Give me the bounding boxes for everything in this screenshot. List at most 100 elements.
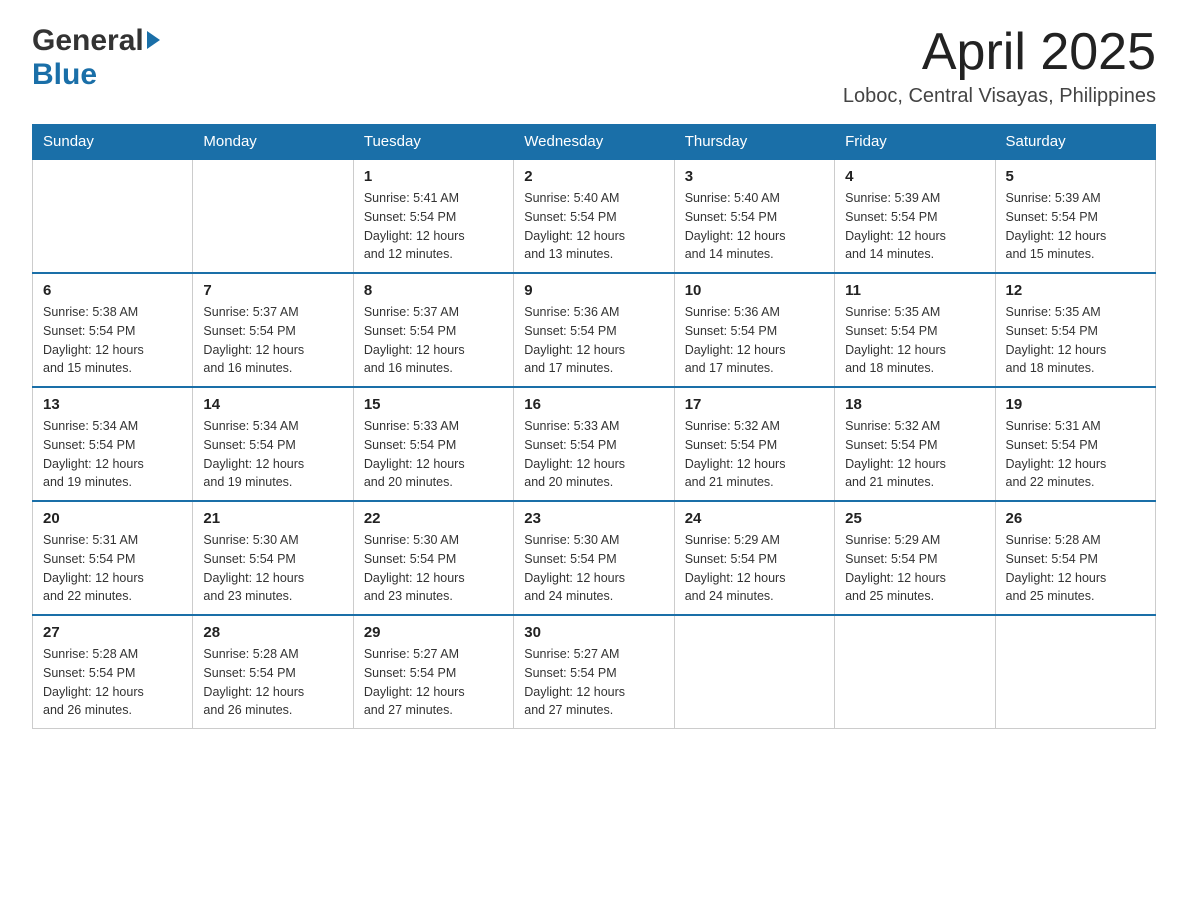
day-info: Sunrise: 5:37 AM Sunset: 5:54 PM Dayligh… bbox=[203, 303, 342, 378]
calendar-day-12: 12 Sunrise: 5:35 AM Sunset: 5:54 PM Dayli… bbox=[995, 273, 1155, 387]
logo-triangle-icon bbox=[147, 31, 160, 49]
calendar-day-3: 3 Sunrise: 5:40 AM Sunset: 5:54 PM Daylig… bbox=[674, 159, 834, 273]
day-info: Sunrise: 5:36 AM Sunset: 5:54 PM Dayligh… bbox=[524, 303, 663, 378]
calendar-day-14: 14 Sunrise: 5:34 AM Sunset: 5:54 PM Dayli… bbox=[193, 387, 353, 501]
day-number: 6 bbox=[43, 282, 182, 299]
calendar-day-5: 5 Sunrise: 5:39 AM Sunset: 5:54 PM Daylig… bbox=[995, 159, 1155, 273]
calendar-header-tuesday: Tuesday bbox=[353, 125, 513, 160]
calendar-day-17: 17 Sunrise: 5:32 AM Sunset: 5:54 PM Dayli… bbox=[674, 387, 834, 501]
day-number: 1 bbox=[364, 168, 503, 185]
calendar-day-18: 18 Sunrise: 5:32 AM Sunset: 5:54 PM Dayli… bbox=[835, 387, 995, 501]
calendar-day-24: 24 Sunrise: 5:29 AM Sunset: 5:54 PM Dayli… bbox=[674, 501, 834, 615]
calendar-day-27: 27 Sunrise: 5:28 AM Sunset: 5:54 PM Dayli… bbox=[33, 615, 193, 729]
calendar-day-9: 9 Sunrise: 5:36 AM Sunset: 5:54 PM Daylig… bbox=[514, 273, 674, 387]
calendar-header-wednesday: Wednesday bbox=[514, 125, 674, 160]
day-info: Sunrise: 5:28 AM Sunset: 5:54 PM Dayligh… bbox=[43, 645, 182, 720]
day-info: Sunrise: 5:41 AM Sunset: 5:54 PM Dayligh… bbox=[364, 189, 503, 264]
calendar-day-29: 29 Sunrise: 5:27 AM Sunset: 5:54 PM Dayli… bbox=[353, 615, 513, 729]
day-info: Sunrise: 5:30 AM Sunset: 5:54 PM Dayligh… bbox=[364, 531, 503, 606]
day-number: 12 bbox=[1006, 282, 1145, 299]
day-info: Sunrise: 5:37 AM Sunset: 5:54 PM Dayligh… bbox=[364, 303, 503, 378]
calendar-header-row: SundayMondayTuesdayWednesdayThursdayFrid… bbox=[33, 125, 1156, 160]
day-number: 19 bbox=[1006, 396, 1145, 413]
day-info: Sunrise: 5:29 AM Sunset: 5:54 PM Dayligh… bbox=[685, 531, 824, 606]
day-number: 20 bbox=[43, 510, 182, 527]
calendar-day-empty bbox=[995, 615, 1155, 729]
day-number: 10 bbox=[685, 282, 824, 299]
calendar-day-26: 26 Sunrise: 5:28 AM Sunset: 5:54 PM Dayli… bbox=[995, 501, 1155, 615]
day-info: Sunrise: 5:40 AM Sunset: 5:54 PM Dayligh… bbox=[524, 189, 663, 264]
logo-blue-text: Blue bbox=[32, 58, 97, 91]
calendar-day-28: 28 Sunrise: 5:28 AM Sunset: 5:54 PM Dayli… bbox=[193, 615, 353, 729]
day-info: Sunrise: 5:30 AM Sunset: 5:54 PM Dayligh… bbox=[524, 531, 663, 606]
day-number: 23 bbox=[524, 510, 663, 527]
calendar-header-thursday: Thursday bbox=[674, 125, 834, 160]
day-info: Sunrise: 5:32 AM Sunset: 5:54 PM Dayligh… bbox=[685, 417, 824, 492]
day-number: 3 bbox=[685, 168, 824, 185]
title-block: April 2025 Loboc, Central Visayas, Phili… bbox=[843, 24, 1156, 108]
calendar-day-1: 1 Sunrise: 5:41 AM Sunset: 5:54 PM Daylig… bbox=[353, 159, 513, 273]
calendar-day-16: 16 Sunrise: 5:33 AM Sunset: 5:54 PM Dayli… bbox=[514, 387, 674, 501]
day-number: 16 bbox=[524, 396, 663, 413]
day-info: Sunrise: 5:33 AM Sunset: 5:54 PM Dayligh… bbox=[524, 417, 663, 492]
calendar-day-13: 13 Sunrise: 5:34 AM Sunset: 5:54 PM Dayli… bbox=[33, 387, 193, 501]
day-number: 28 bbox=[203, 624, 342, 641]
day-number: 18 bbox=[845, 396, 984, 413]
day-info: Sunrise: 5:33 AM Sunset: 5:54 PM Dayligh… bbox=[364, 417, 503, 492]
calendar-header-sunday: Sunday bbox=[33, 125, 193, 160]
day-info: Sunrise: 5:35 AM Sunset: 5:54 PM Dayligh… bbox=[845, 303, 984, 378]
day-number: 22 bbox=[364, 510, 503, 527]
day-info: Sunrise: 5:28 AM Sunset: 5:54 PM Dayligh… bbox=[1006, 531, 1145, 606]
calendar-day-6: 6Sunrise: 5:38 AM Sunset: 5:54 PM Daylig… bbox=[33, 273, 193, 387]
day-number: 25 bbox=[845, 510, 984, 527]
day-info: Sunrise: 5:39 AM Sunset: 5:54 PM Dayligh… bbox=[845, 189, 984, 264]
day-number: 15 bbox=[364, 396, 503, 413]
calendar-week-row: 20Sunrise: 5:31 AM Sunset: 5:54 PM Dayli… bbox=[33, 501, 1156, 615]
day-number: 11 bbox=[845, 282, 984, 299]
month-title: April 2025 bbox=[843, 24, 1156, 81]
logo-general-text: General bbox=[32, 24, 144, 58]
day-number: 9 bbox=[524, 282, 663, 299]
calendar-day-21: 21Sunrise: 5:30 AM Sunset: 5:54 PM Dayli… bbox=[193, 501, 353, 615]
day-number: 8 bbox=[364, 282, 503, 299]
day-number: 13 bbox=[43, 396, 182, 413]
calendar-day-empty bbox=[33, 159, 193, 273]
day-number: 7 bbox=[203, 282, 342, 299]
day-number: 17 bbox=[685, 396, 824, 413]
day-info: Sunrise: 5:27 AM Sunset: 5:54 PM Dayligh… bbox=[364, 645, 503, 720]
day-info: Sunrise: 5:36 AM Sunset: 5:54 PM Dayligh… bbox=[685, 303, 824, 378]
calendar-day-empty bbox=[674, 615, 834, 729]
day-number: 5 bbox=[1006, 168, 1145, 185]
calendar-day-15: 15 Sunrise: 5:33 AM Sunset: 5:54 PM Dayli… bbox=[353, 387, 513, 501]
day-info: Sunrise: 5:35 AM Sunset: 5:54 PM Dayligh… bbox=[1006, 303, 1145, 378]
calendar-day-empty bbox=[193, 159, 353, 273]
day-info: Sunrise: 5:28 AM Sunset: 5:54 PM Dayligh… bbox=[203, 645, 342, 720]
day-info: Sunrise: 5:34 AM Sunset: 5:54 PM Dayligh… bbox=[203, 417, 342, 492]
day-info: Sunrise: 5:31 AM Sunset: 5:54 PM Dayligh… bbox=[1006, 417, 1145, 492]
calendar-day-20: 20Sunrise: 5:31 AM Sunset: 5:54 PM Dayli… bbox=[33, 501, 193, 615]
calendar-header-monday: Monday bbox=[193, 125, 353, 160]
day-number: 26 bbox=[1006, 510, 1145, 527]
calendar-day-8: 8 Sunrise: 5:37 AM Sunset: 5:54 PM Daylig… bbox=[353, 273, 513, 387]
day-number: 14 bbox=[203, 396, 342, 413]
day-number: 21 bbox=[203, 510, 342, 527]
calendar-day-23: 23 Sunrise: 5:30 AM Sunset: 5:54 PM Dayli… bbox=[514, 501, 674, 615]
calendar-week-row: 27 Sunrise: 5:28 AM Sunset: 5:54 PM Dayli… bbox=[33, 615, 1156, 729]
page-header: General Blue April 2025 Loboc, Central V… bbox=[32, 24, 1156, 108]
day-number: 4 bbox=[845, 168, 984, 185]
day-number: 30 bbox=[524, 624, 663, 641]
calendar-header-friday: Friday bbox=[835, 125, 995, 160]
day-info: Sunrise: 5:34 AM Sunset: 5:54 PM Dayligh… bbox=[43, 417, 182, 492]
day-number: 27 bbox=[43, 624, 182, 641]
calendar-day-7: 7 Sunrise: 5:37 AM Sunset: 5:54 PM Daylig… bbox=[193, 273, 353, 387]
calendar-day-4: 4 Sunrise: 5:39 AM Sunset: 5:54 PM Daylig… bbox=[835, 159, 995, 273]
day-info: Sunrise: 5:39 AM Sunset: 5:54 PM Dayligh… bbox=[1006, 189, 1145, 264]
day-number: 24 bbox=[685, 510, 824, 527]
calendar-day-empty bbox=[835, 615, 995, 729]
day-info: Sunrise: 5:40 AM Sunset: 5:54 PM Dayligh… bbox=[685, 189, 824, 264]
day-info: Sunrise: 5:32 AM Sunset: 5:54 PM Dayligh… bbox=[845, 417, 984, 492]
day-number: 2 bbox=[524, 168, 663, 185]
calendar-day-19: 19 Sunrise: 5:31 AM Sunset: 5:54 PM Dayli… bbox=[995, 387, 1155, 501]
day-info: Sunrise: 5:29 AM Sunset: 5:54 PM Dayligh… bbox=[845, 531, 984, 606]
day-number: 29 bbox=[364, 624, 503, 641]
